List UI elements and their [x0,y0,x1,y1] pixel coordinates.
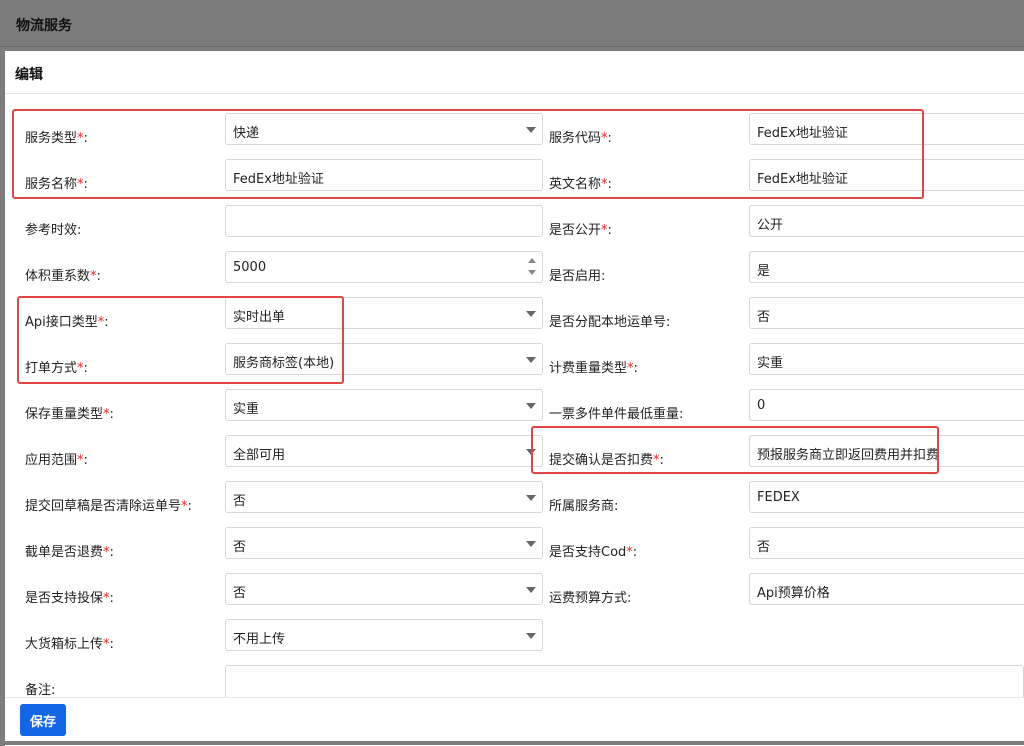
clear-tracking-select[interactable]: 否 [225,481,543,513]
form-row: 参考时效: 是否公开*: 公开 [15,205,1024,251]
edit-dialog: 编辑 服务类型*: 快递 服务代码*: FedEx地址验证 服务名称*: Fed… [5,51,1024,746]
chevron-down-icon [526,587,536,593]
support-insurance-select[interactable]: 否 [225,573,543,605]
billing-weight-type-label: 计费重量类型*: [549,361,638,376]
form-row: 提交回草稿是否清除运单号*: 否 所属服务商: FEDEX [15,481,1024,527]
save-weight-type-select[interactable]: 实重 [225,389,543,421]
ref-time-input[interactable] [225,205,543,237]
support-insurance-label: 是否支持投保*: [25,591,114,606]
form-row: 打单方式*: 服务商标签(本地) 计费重量类型*: 实重 [15,343,1024,389]
form-row: 截单是否退费*: 否 是否支持Cod*: 否 [15,527,1024,573]
api-type-select[interactable]: 实时出单 [225,297,543,329]
form-row: 保存重量类型*: 实重 一票多件单件最低重量: 0 [15,389,1024,435]
dialog-footer: 保存 [5,697,1024,746]
is-enabled-label: 是否启用: [549,269,606,284]
vol-factor-label: 体积重系数*: [25,269,101,284]
min-weight-input[interactable]: 0 [749,389,1024,421]
alloc-local-label: 是否分配本地运单号: [549,315,671,330]
support-cod-input[interactable]: 否 [749,527,1024,559]
provider-label: 所属服务商: [549,499,619,514]
bulk-label-upload-select[interactable]: 不用上传 [225,619,543,651]
edit-form[interactable]: 服务类型*: 快递 服务代码*: FedEx地址验证 服务名称*: FedEx地… [15,101,1024,697]
freight-budget-label: 运费预算方式: [549,591,632,606]
is-public-input[interactable]: 公开 [749,205,1024,237]
support-cod-label: 是否支持Cod*: [549,545,638,560]
alloc-local-input[interactable]: 否 [749,297,1024,329]
form-row: 服务名称*: FedEx地址验证 英文名称*: FedEx地址验证 [15,159,1024,205]
dialog-title: 编辑 [15,67,43,83]
vol-factor-number-input[interactable]: 5000 [225,251,543,283]
service-type-label: 服务类型*: [25,131,88,146]
min-weight-label: 一票多件单件最低重量: [549,407,684,422]
deduct-on-submit-input[interactable]: 预报服务商立即返回费用并扣费 [749,435,1024,467]
clear-tracking-label: 提交回草稿是否清除运单号*: [25,499,192,514]
chevron-down-icon [526,127,536,133]
spin-up-icon[interactable] [528,258,536,263]
service-name-label: 服务名称*: [25,177,88,192]
chevron-down-icon [526,449,536,455]
english-name-label: 英文名称*: [549,177,612,192]
scope-select[interactable]: 全部可用 [225,435,543,467]
english-name-input[interactable]: FedEx地址验证 [749,159,1024,191]
form-row: 服务类型*: 快递 服务代码*: FedEx地址验证 [15,113,1024,159]
freight-budget-input[interactable]: Api预算价格 [749,573,1024,605]
form-row: 大货箱标上传*: 不用上传 [15,619,1024,665]
form-row: 备注: [15,665,1024,697]
spin-down-icon[interactable] [528,270,536,275]
service-code-input[interactable]: FedEx地址验证 [749,113,1024,145]
api-type-label: Api接口类型*: [25,315,109,330]
service-name-input[interactable]: FedEx地址验证 [225,159,543,191]
chevron-down-icon [526,541,536,547]
is-enabled-input[interactable]: 是 [749,251,1024,283]
remark-textarea[interactable] [225,665,1024,697]
backdrop-strip [0,741,1024,745]
deduct-on-submit-label: 提交确认是否扣费*: [549,453,664,468]
chevron-down-icon [526,311,536,317]
save-button[interactable]: 保存 [20,704,66,736]
dialog-header: 编辑 [5,51,1024,94]
chevron-down-icon [526,495,536,501]
form-row: 体积重系数*: 5000 是否启用: 是 [15,251,1024,297]
service-type-select[interactable]: 快递 [225,113,543,145]
form-row: 应用范围*: 全部可用 提交确认是否扣费*: 预报服务商立即返回费用并扣费 [15,435,1024,481]
bulk-label-upload-label: 大货箱标上传*: [25,637,114,652]
provider-input[interactable]: FEDEX [749,481,1024,513]
scope-label: 应用范围*: [25,453,88,468]
number-spinner[interactable] [528,258,536,278]
service-code-label: 服务代码*: [549,131,612,146]
print-mode-select[interactable]: 服务商标签(本地) [225,343,543,375]
save-weight-type-label: 保存重量类型*: [25,407,114,422]
print-mode-label: 打单方式*: [25,361,88,376]
refund-on-cutoff-select[interactable]: 否 [225,527,543,559]
refund-on-cutoff-label: 截单是否退费*: [25,545,114,560]
form-row: Api接口类型*: 实时出单 是否分配本地运单号: 否 [15,297,1024,343]
chevron-down-icon [526,357,536,363]
app-header: 物流服务 [0,0,1024,47]
billing-weight-type-input[interactable]: 实重 [749,343,1024,375]
form-row: 是否支持投保*: 否 运费预算方式: Api预算价格 [15,573,1024,619]
ref-time-label: 参考时效: [25,223,82,238]
chevron-down-icon [526,403,536,409]
remark-label: 备注: [25,683,56,697]
chevron-down-icon [526,633,536,639]
app-title: 物流服务 [16,18,72,34]
is-public-label: 是否公开*: [549,223,612,238]
